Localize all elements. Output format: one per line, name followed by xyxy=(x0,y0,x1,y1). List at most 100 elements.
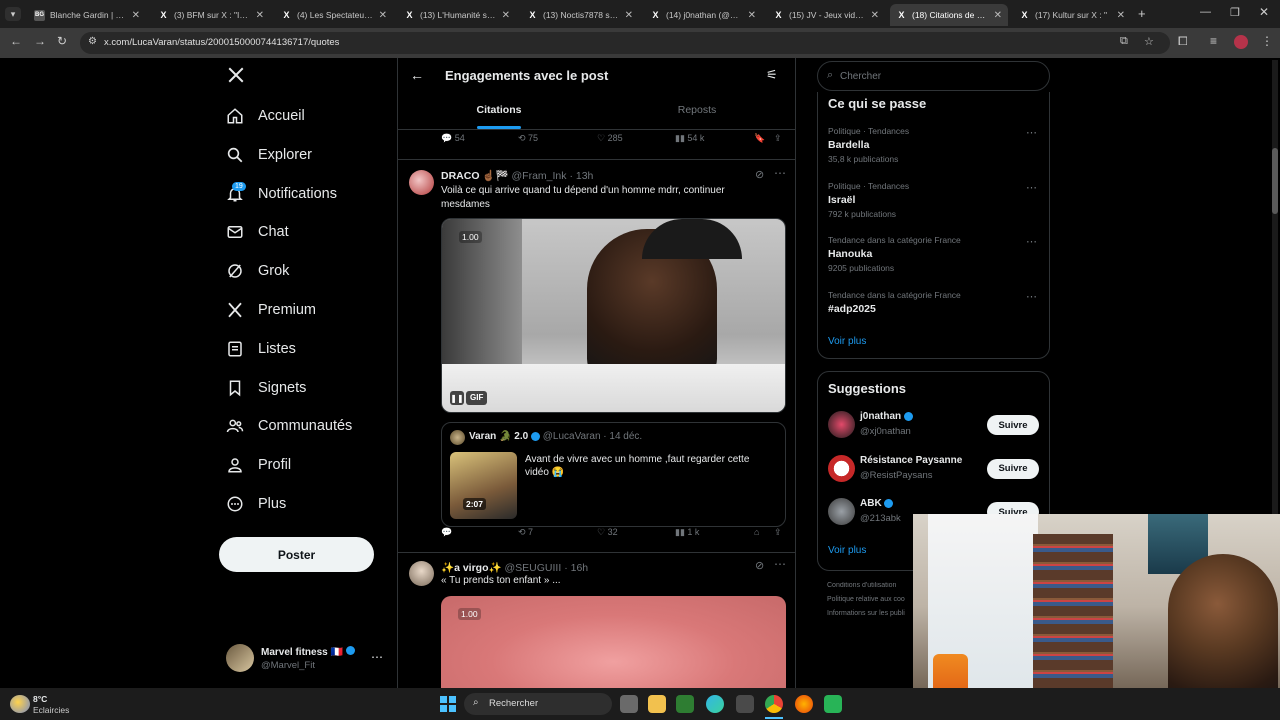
browser-tab[interactable]: X (13) L'Humanité sur X ✕ xyxy=(398,4,516,26)
weather-icon[interactable] xyxy=(10,695,30,713)
browser-tab[interactable]: X (14) j0nathan (@xj0n ✕ xyxy=(644,4,762,26)
suggestion-avatar[interactable] xyxy=(828,498,855,525)
edge-icon[interactable] xyxy=(706,695,724,713)
quoted-post[interactable]: Varan 🐊 2.0 @LucaVaran · 14 déc. 2:07 Av… xyxy=(441,422,786,527)
search-bar[interactable]: ⌕ Chercher xyxy=(817,61,1050,91)
tab-search-button[interactable]: ▾ xyxy=(5,7,21,21)
post-author-handle[interactable]: @Fram_Ink xyxy=(512,170,567,182)
close-tab-icon[interactable]: ✕ xyxy=(625,10,633,21)
post-author-name[interactable]: DRACO xyxy=(441,170,480,182)
nvidia-icon[interactable] xyxy=(676,695,694,713)
post-author-handle[interactable]: @SEUGUIII xyxy=(505,562,562,574)
nav-item-profil[interactable]: Profil xyxy=(226,451,291,479)
reply-button[interactable]: 💬 54 xyxy=(441,133,465,144)
like-button[interactable]: ♡ 32 xyxy=(597,527,618,538)
profile-avatar[interactable] xyxy=(1234,35,1248,49)
trend-item[interactable]: Tendance dans la catégorie France Hanouka… xyxy=(828,235,1043,285)
nav-item-chat[interactable]: Chat xyxy=(226,218,289,246)
scrollbar-thumb[interactable] xyxy=(1272,148,1278,214)
browser-tab[interactable]: X (18) Citations de ce p ✕ xyxy=(890,4,1008,26)
grok-icon[interactable]: ⊘ xyxy=(755,168,764,181)
nav-item-accueil[interactable]: Accueil xyxy=(226,102,305,130)
suggestions-see-more[interactable]: Voir plus xyxy=(828,545,866,556)
nav-item-premium[interactable]: Premium xyxy=(226,296,316,324)
forward-icon[interactable]: → xyxy=(34,34,46,48)
extensions-icon[interactable]: ⧠ xyxy=(1178,34,1188,49)
suggestion-item[interactable]: Résistance Paysanne @ResistPaysans Suivre xyxy=(828,452,1043,490)
browser-tab[interactable]: X (4) Les Spectateurs su ✕ xyxy=(275,4,393,26)
filter-icon[interactable]: ⚟ xyxy=(766,67,778,83)
trend-more-icon[interactable]: ⋯ xyxy=(1026,290,1037,303)
bookmark-icon[interactable]: ⌂ xyxy=(754,527,759,537)
back-icon[interactable]: ← xyxy=(10,34,22,48)
app-icon[interactable] xyxy=(824,695,842,713)
reply-button[interactable]: 💬 xyxy=(441,527,455,538)
browser-tab[interactable]: X (15) JV - Jeux vidéo s ✕ xyxy=(767,4,885,26)
views-button[interactable]: ▮▮ 1 k xyxy=(675,527,699,538)
trends-see-more[interactable]: Voir plus xyxy=(828,336,866,347)
trend-item[interactable]: Tendance dans la catégorie France #adp202… xyxy=(828,290,1043,340)
footer-link[interactable]: Informations sur les publi xyxy=(827,610,917,617)
firefox-icon[interactable] xyxy=(795,695,813,713)
maximize-button[interactable]: ❐ xyxy=(1230,6,1240,19)
follow-button[interactable]: Suivre xyxy=(987,415,1039,435)
file-explorer-icon[interactable] xyxy=(648,695,666,713)
bookmark-icon[interactable]: 🔖 xyxy=(754,133,765,144)
task-view-icon[interactable] xyxy=(620,695,638,713)
nav-item-listes[interactable]: Listes xyxy=(226,335,296,363)
close-tab-icon[interactable]: ✕ xyxy=(379,10,387,21)
nav-item-communautés[interactable]: Communautés xyxy=(226,412,352,440)
close-tab-icon[interactable]: ✕ xyxy=(256,10,264,21)
post-more-icon[interactable]: ⋯ xyxy=(774,166,786,180)
footer-link[interactable]: Politique relative aux coo xyxy=(827,596,917,603)
tab-reposts[interactable]: Reposts xyxy=(650,104,744,116)
pause-icon[interactable]: ❚❚ xyxy=(450,391,464,405)
views-button[interactable]: ▮▮ 54 k xyxy=(675,133,704,144)
trend-item[interactable]: Politique · Tendances Bardella 35,8 k publ… xyxy=(828,126,1043,176)
tab-citations[interactable]: Citations xyxy=(452,104,546,116)
footer-link[interactable]: Conditions d'utilisation xyxy=(827,582,917,589)
nav-item-explorer[interactable]: Explorer xyxy=(226,141,312,169)
grok-icon[interactable]: ⊘ xyxy=(755,559,764,572)
close-tab-icon[interactable]: ✕ xyxy=(502,10,510,21)
repost-button[interactable]: ⟲ 7 xyxy=(518,527,533,538)
account-more-icon[interactable]: ⋯ xyxy=(371,650,383,664)
repost-button[interactable]: ⟲ 75 xyxy=(518,133,538,144)
close-tab-icon[interactable]: ✕ xyxy=(994,10,1002,21)
trend-item[interactable]: Politique · Tendances Israël 792 k publica… xyxy=(828,181,1043,231)
site-info-icon[interactable]: ⚙ xyxy=(88,36,97,47)
trend-more-icon[interactable]: ⋯ xyxy=(1026,126,1037,139)
nav-item-plus[interactable]: Plus xyxy=(226,490,286,518)
post-item[interactable]: ✨a virgo✨ @SEUGUIII · 16h ⊘ ⋯ « Tu prend… xyxy=(398,553,795,694)
media-icon[interactable]: ≡ xyxy=(1210,34,1217,48)
share-icon[interactable]: ⇪ xyxy=(774,133,782,144)
post-avatar[interactable] xyxy=(409,170,434,195)
follow-button[interactable]: Suivre xyxy=(987,458,1039,479)
post-avatar[interactable] xyxy=(409,561,434,586)
post-time[interactable]: · 16h xyxy=(564,562,588,574)
trend-more-icon[interactable]: ⋯ xyxy=(1026,181,1037,194)
post-item[interactable]: DRACO ☝🏾🏁 @Fram_Ink · 13h ⊘ ⋯ Voilà ce q… xyxy=(398,160,795,552)
nav-item-grok[interactable]: Grok xyxy=(226,257,289,285)
browser-tab[interactable]: X (13) Noctis7878 sur X ✕ xyxy=(521,4,639,26)
install-icon[interactable]: ⧉ xyxy=(1120,35,1128,48)
post-button[interactable]: Poster xyxy=(219,537,374,572)
suggestion-avatar[interactable] xyxy=(828,454,855,482)
address-bar[interactable]: ⚙ x.com/LucaVaran/status/200015000074413… xyxy=(80,32,1170,54)
browser-tab[interactable]: X (3) BFM sur X : "Inséc ✕ xyxy=(152,4,270,26)
x-logo-icon[interactable] xyxy=(227,66,245,89)
back-arrow-icon[interactable]: ← xyxy=(410,67,424,83)
store-icon[interactable] xyxy=(736,695,754,713)
post-author-name[interactable]: ✨a virgo✨ xyxy=(441,562,502,574)
reload-icon[interactable]: ↻ xyxy=(57,34,67,48)
chrome-icon[interactable] xyxy=(765,695,783,713)
video-media[interactable]: 1.00 xyxy=(441,596,786,694)
quoted-video-thumbnail[interactable]: 2:07 xyxy=(450,452,517,519)
close-tab-icon[interactable]: ✕ xyxy=(132,10,140,21)
nav-item-signets[interactable]: Signets xyxy=(226,374,306,402)
close-window-button[interactable]: ✕ xyxy=(1259,5,1269,19)
minimize-button[interactable]: — xyxy=(1200,6,1211,18)
bookmark-star-icon[interactable]: ☆ xyxy=(1144,35,1154,48)
taskbar-search[interactable]: ⌕ Rechercher xyxy=(464,693,612,715)
new-tab-button[interactable]: + xyxy=(1138,6,1146,21)
